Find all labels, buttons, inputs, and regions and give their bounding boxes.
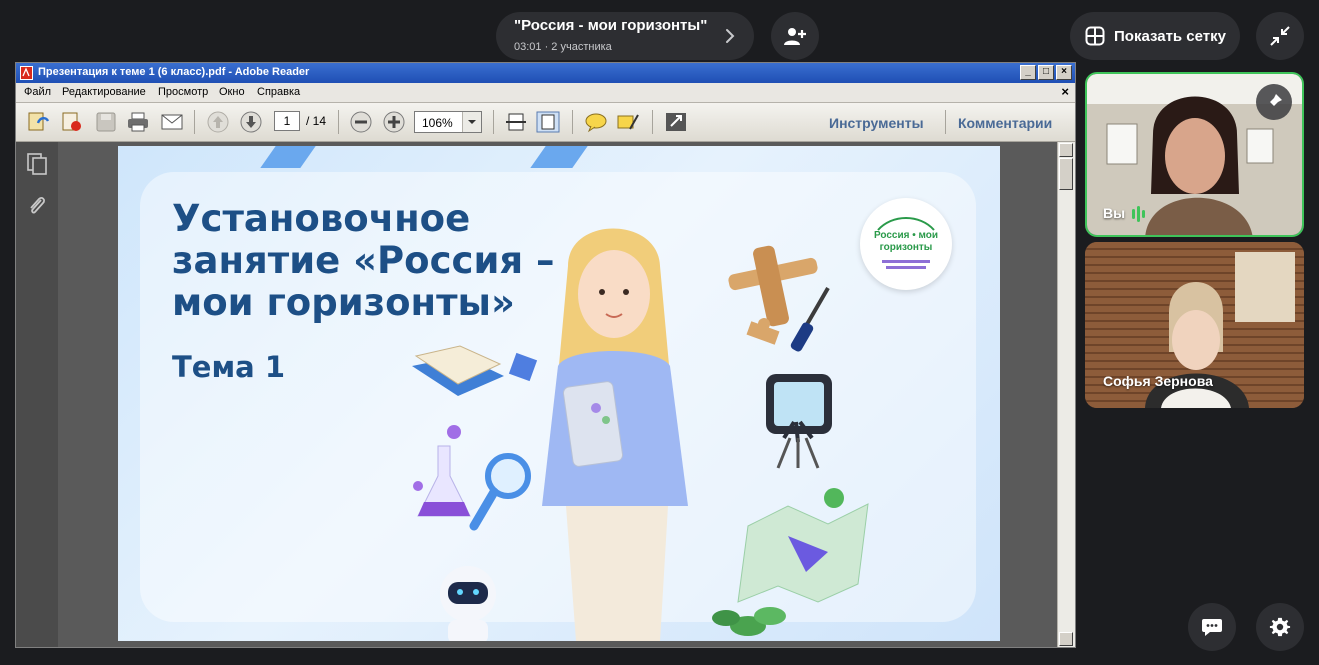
attachments-icon[interactable] <box>26 194 48 218</box>
close-document-button[interactable]: × <box>1061 84 1069 99</box>
show-grid-label: Показать сетку <box>1114 27 1226 45</box>
toolbar-separator <box>338 110 339 134</box>
girl-figure <box>542 228 688 641</box>
print-icon[interactable] <box>126 111 150 133</box>
maximize-button[interactable]: □ <box>1038 65 1054 80</box>
menu-help[interactable]: Справка <box>257 86 300 98</box>
pin-icon <box>1266 94 1282 110</box>
robot-icon <box>440 566 496 641</box>
previous-page-icon[interactable] <box>206 111 230 133</box>
chat-icon <box>1202 619 1222 636</box>
add-participant-button[interactable] <box>771 12 819 60</box>
page-thumbnails-icon[interactable] <box>26 152 48 176</box>
open-file-icon[interactable] <box>26 111 50 133</box>
call-info-pill[interactable]: "Россия - мои горизонты" 03:01 · 2 участ… <box>496 12 754 60</box>
magnifier-icon <box>469 453 531 531</box>
comment-icon[interactable] <box>584 111 608 133</box>
page-number-input[interactable]: 1 <box>274 111 300 131</box>
email-icon[interactable] <box>160 111 184 133</box>
scroll-thumb[interactable] <box>1059 158 1073 190</box>
settings-button[interactable] <box>1256 603 1304 651</box>
zoom-dropdown[interactable] <box>462 112 481 132</box>
screwdriver-icon <box>790 286 830 352</box>
decorative-stripe <box>260 146 316 168</box>
toolbar-separator <box>652 110 653 134</box>
window-titlebar[interactable]: Презентация к теме 1 (6 класс).pdf - Ado… <box>16 63 1075 83</box>
pdf-page: Установочное занятие «Россия – мои гориз… <box>118 146 1000 641</box>
fullscreen-icon[interactable] <box>664 111 688 133</box>
grid-icon <box>1085 26 1105 46</box>
window-title: Презентация к теме 1 (6 класс).pdf - Ado… <box>38 66 310 78</box>
book-icon <box>412 345 538 396</box>
pin-button[interactable] <box>1256 84 1292 120</box>
participant-name-self: Вы <box>1103 205 1126 221</box>
decorative-stripe <box>530 146 588 168</box>
page-total: / 14 <box>306 114 327 128</box>
scroll-down-button[interactable] <box>1059 632 1073 646</box>
minimize-button[interactable]: _ <box>1020 65 1036 80</box>
add-user-icon <box>784 28 806 45</box>
zoom-value: 106% <box>422 116 453 130</box>
plant-icon <box>712 607 786 636</box>
fit-width-icon[interactable] <box>504 111 528 133</box>
collapse-icon <box>1270 26 1290 46</box>
toolbar-separator <box>493 110 494 134</box>
toolbar: 1 / 14 106% Инструменты Комментарии <box>16 103 1075 142</box>
participant-tile-sofya[interactable]: Софья Зернова <box>1085 242 1304 408</box>
slide-illustration <box>412 228 869 641</box>
next-page-icon[interactable] <box>239 111 263 133</box>
pdf-icon <box>20 66 33 80</box>
participant-name-sofya: Софья Зернова <box>1103 373 1213 389</box>
close-window-button[interactable]: × <box>1056 65 1072 80</box>
collapse-button[interactable] <box>1256 12 1304 60</box>
fit-page-icon[interactable] <box>536 111 560 133</box>
menu-view[interactable]: Просмотр <box>158 86 208 98</box>
vertical-scrollbar[interactable] <box>1057 142 1075 647</box>
create-pdf-icon[interactable] <box>60 111 84 133</box>
menu-edit[interactable]: Редактирование <box>62 86 146 98</box>
map-icon <box>737 488 869 603</box>
participant-tile-self[interactable]: Вы <box>1085 72 1304 237</box>
call-subtitle: 03:01 · 2 участника <box>514 41 612 53</box>
navigation-rail <box>16 142 58 647</box>
phone-tripod-icon <box>766 374 832 469</box>
zoom-in-icon[interactable] <box>382 111 406 133</box>
chevron-right-icon <box>726 29 735 43</box>
chevron-down-icon <box>468 120 476 124</box>
toolbar-separator <box>945 110 946 134</box>
highlight-icon[interactable] <box>616 111 640 133</box>
settings-icon <box>1269 617 1291 637</box>
chat-button[interactable] <box>1188 603 1236 651</box>
call-title: "Россия - мои горизонты" <box>514 17 708 34</box>
toolbar-separator <box>572 110 573 134</box>
mic-active-icon <box>1132 206 1145 222</box>
zoom-out-icon[interactable] <box>349 111 373 133</box>
menu-file[interactable]: Файл <box>24 86 51 98</box>
scroll-up-button[interactable] <box>1059 143 1073 157</box>
show-grid-button[interactable]: Показать сетку <box>1070 12 1240 60</box>
comments-pane-button[interactable]: Комментарии <box>958 115 1052 131</box>
tools-pane-button[interactable]: Инструменты <box>829 115 924 131</box>
menu-bar: Файл Редактирование Просмотр Окно Справк… <box>16 83 1075 103</box>
toolbar-separator <box>194 110 195 134</box>
flask-icon <box>413 425 471 517</box>
zoom-select[interactable]: 106% <box>414 111 482 133</box>
menu-window[interactable]: Окно <box>219 86 245 98</box>
slide-subtitle: Тема 1 <box>172 350 285 384</box>
save-icon[interactable] <box>94 111 118 133</box>
